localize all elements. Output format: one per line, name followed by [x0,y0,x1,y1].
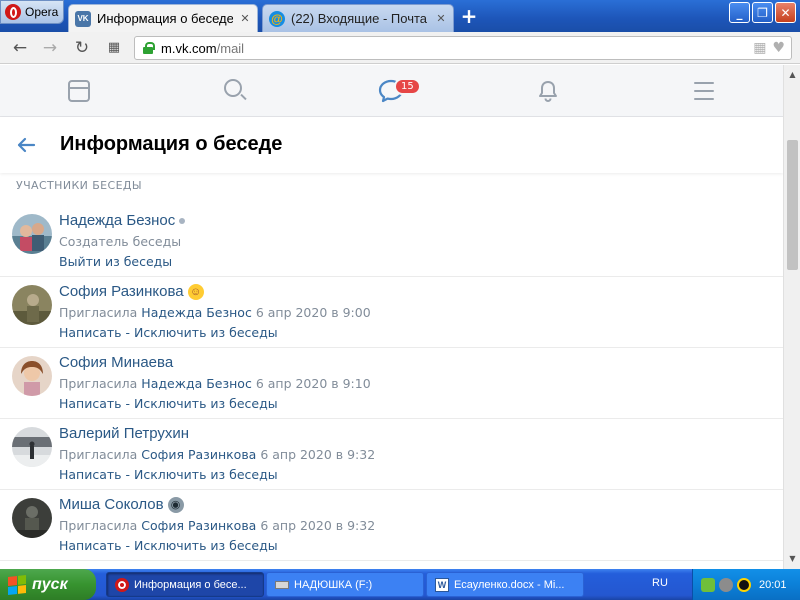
heart-icon[interactable]: ♥ [772,40,785,56]
maximize-icon[interactable]: ❐ [752,2,773,23]
member-actions[interactable]: Написать - Исключить из беседы [59,325,278,340]
list-item: София Минаева Пригласила Надежда Безнос … [0,348,783,419]
list-item: Надежда Безнос Создатель беседы Выйти из… [0,206,783,277]
opera-menu-label: Opera [25,5,59,19]
lock-icon [143,42,155,54]
avatar[interactable] [12,285,52,325]
vk-icon: VK [75,10,91,27]
start-button[interactable]: пуск [0,569,96,600]
member-role: Создатель беседы [59,234,182,249]
close-icon[interactable]: ✕ [435,13,447,25]
window-controls: _ ❐ ✕ [729,2,796,23]
member-name[interactable]: София Минаева [59,354,173,371]
menu-icon[interactable] [692,80,718,106]
member-invite-info: Пригласила Надежда Безнос 6 апр 2020 в 9… [59,376,371,391]
scroll-up-icon[interactable]: ▲ [787,69,798,80]
member-invite-info: Пригласила София Разинкова 6 апр 2020 в … [59,447,376,462]
speed-dial-icon[interactable]: ▦ [104,38,124,58]
list-item: Валерий Петрухин Пригласила София Разинк… [0,419,783,490]
tab-mail[interactable]: @ (22) Входящие - Почта М ✕ [262,4,454,32]
taskbar-item-drive[interactable]: НАДЮШКА (F:) [266,572,424,597]
search-icon[interactable] [224,79,242,97]
grid-icon[interactable]: ▦ [753,40,766,56]
language-indicator[interactable]: RU [652,577,668,589]
page-title: Информация о беседе [60,133,283,155]
member-name[interactable]: Валерий Петрухин [59,425,189,442]
forward-icon[interactable]: → [40,38,60,58]
inviter-link[interactable]: Надежда Безнос [141,305,252,320]
avatar[interactable] [12,427,52,467]
member-invite-info: Пригласила София Разинкова 6 апр 2020 в … [59,518,376,533]
opera-logo-icon [5,4,21,20]
list-item: София Разинкова ☺ Пригласила Надежда Безн… [0,277,783,348]
url-tools: ▦ ♥ [753,40,791,56]
tab-title: (22) Входящие - Почта М [291,11,429,26]
word-icon: W [435,577,449,592]
member-actions[interactable]: Написать - Исключить из беседы [59,538,278,553]
media-icon[interactable] [737,577,751,592]
taskbar-item-opera[interactable]: Информация о бесе... [106,572,264,597]
opera-menu-button[interactable]: Opera [0,0,64,24]
messages-badge: 15 [394,78,421,95]
taskbar-item-label: НАДЮШКА (F:) [294,578,373,591]
close-icon[interactable]: ✕ [239,13,251,25]
volume-icon[interactable] [719,577,733,592]
address-bar[interactable]: m.vk.com/mail ▦ ♥ [134,36,792,60]
close-icon[interactable]: ✕ [775,2,796,23]
windows-logo-icon [8,574,26,595]
back-icon[interactable]: ← [10,38,30,58]
opera-icon [115,577,129,592]
browser-titlebar: Opera VK Информация о беседе ✕ @ (22) Вх… [0,0,800,32]
avatar[interactable] [12,356,52,396]
member-name[interactable]: София Разинкова ☺ [59,283,204,300]
notifications-icon[interactable] [536,79,562,105]
taskbar-item-label: Информация о бесе... [134,578,247,591]
address-toolbar: ← → ↻ ▦ m.vk.com/mail ▦ ♥ [0,32,800,64]
page-header: Информация о беседе [0,117,783,173]
avatar[interactable] [12,498,52,538]
minimize-icon[interactable]: _ [729,2,750,23]
alien-emoji-icon: ◉ [167,496,184,513]
page-viewport: 15 Информация о беседе УЧАСТНИКИ БЕСЕДЫ … [0,65,783,569]
vk-top-navigation: 15 [0,65,783,117]
url-text[interactable]: m.vk.com/mail [161,41,745,56]
taskbar-item-word[interactable]: W Есауленко.docx - Mi... [426,572,584,597]
mail-ru-icon: @ [269,10,285,27]
tab-vk[interactable]: VK Информация о беседе ✕ [68,4,258,32]
list-item: Миша Соколов ◉ Пригласила София Разинкова… [0,490,783,561]
member-name[interactable]: Миша Соколов ◉ [59,496,184,513]
member-name[interactable]: Надежда Безнос [59,212,186,229]
network-icon[interactable] [701,577,715,592]
tab-title: Информация о беседе [97,11,233,26]
member-actions[interactable]: Написать - Исключить из беседы [59,396,278,411]
new-tab-icon[interactable]: + [458,6,480,28]
system-tray: 20:01 [692,569,800,600]
goofy-face-emoji-icon: ☺ [187,283,204,300]
reload-icon[interactable]: ↻ [72,38,92,58]
scroll-down-icon[interactable]: ▼ [787,553,798,564]
start-label: пуск [32,575,68,593]
leave-chat-link[interactable]: Выйти из беседы [59,254,172,269]
inviter-link[interactable]: София Разинкова [141,447,256,462]
vertical-scrollbar[interactable]: ▲ ▼ [783,65,800,569]
section-label: УЧАСТНИКИ БЕСЕДЫ [16,179,143,192]
inviter-link[interactable]: София Разинкова [141,518,256,533]
online-indicator-icon [179,217,186,224]
taskbar-item-label: Есауленко.docx - Mi... [454,578,565,591]
drive-icon [275,580,289,589]
avatar[interactable] [12,214,52,254]
scroll-thumb[interactable] [787,140,798,270]
member-invite-info: Пригласила Надежда Безнос 6 апр 2020 в 9… [59,305,371,320]
feed-icon[interactable] [68,80,90,102]
clock: 20:01 [759,578,787,591]
inviter-link[interactable]: Надежда Безнос [141,376,252,391]
windows-taskbar: пуск Информация о бесе... НАДЮШКА (F:) W… [0,569,800,600]
back-arrow-icon[interactable] [14,133,38,157]
member-actions[interactable]: Написать - Исключить из беседы [59,467,278,482]
